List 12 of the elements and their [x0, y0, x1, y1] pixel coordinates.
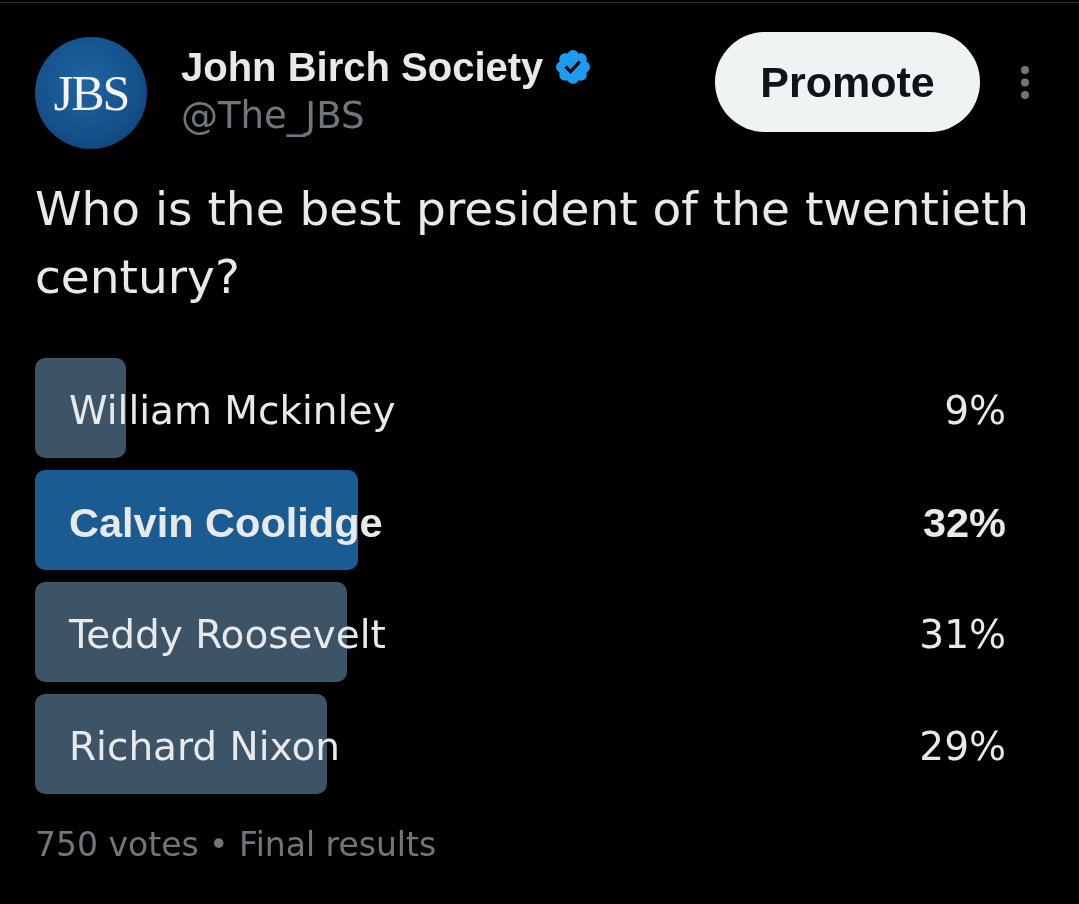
poll-option-percent: 9%: [944, 387, 1006, 435]
poll-option-label: William Mckinley: [69, 387, 396, 435]
account-name[interactable]: John Birch Society: [181, 44, 544, 90]
poll-option-percent: 32%: [922, 499, 1006, 547]
post-text: Who is the best president of the twentieth century?: [35, 180, 1031, 306]
avatar-logo[interactable]: JBS: [35, 37, 147, 149]
account-handle[interactable]: @The_JBS: [181, 94, 365, 138]
promote-button[interactable]: Promote: [715, 32, 980, 132]
poll-summary: 750 votes • Final results: [35, 825, 437, 865]
more-options-icon[interactable]: [1021, 65, 1029, 99]
poll-option-percent: 31%: [919, 611, 1006, 659]
poll-option-percent: 29%: [919, 723, 1006, 771]
